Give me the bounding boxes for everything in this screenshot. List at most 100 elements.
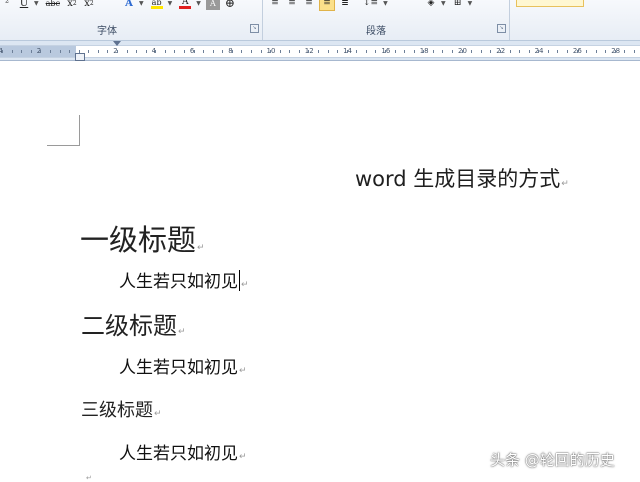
line-spacing-dropdown-icon[interactable]: ▼ [383,0,388,7]
ruler-tick [279,50,281,53]
page-corner-mark [47,145,80,146]
line-spacing-button[interactable]: ↕≡ [361,0,380,10]
ruler-tick [538,50,540,53]
paragraph-mark-icon: ↵ [239,366,247,376]
ruler-tick [576,50,578,53]
ruler-tick [183,50,185,53]
paragraph-mark-icon: ↵ [197,243,205,253]
paragraph-group-buttons: ≡ ≡ ≡ ≡ ≣ ↕≡ ▼ [268,0,393,11]
paragraph-mark-icon: ↵ [154,409,162,419]
ruler-tick [289,50,291,53]
ruler-tick [624,50,626,53]
font-color-dropdown-icon[interactable]: ▼ [196,0,201,7]
underline-dropdown-icon[interactable]: ▼ [34,0,39,7]
highlight-dropdown-icon[interactable]: ▼ [168,0,173,7]
ruler-tick [452,50,453,53]
ruler-tick [241,50,243,53]
distributed-button[interactable]: ≣ [338,0,352,10]
char-shading-button[interactable]: A [205,0,220,10]
font-color-swatch [179,6,192,9]
ruler-tick [337,50,339,53]
ruler-tick [595,50,597,53]
shading-dropdown-icon[interactable]: ▼ [441,0,446,7]
ruler-tick [97,50,99,53]
ruler-tick [11,50,13,53]
ruler-tick [423,50,425,53]
group-separator [262,0,263,40]
ruler-tick [490,50,492,53]
ruler-tick [270,50,272,53]
ruler-tick [203,50,205,53]
align-left-button[interactable]: ≡ [268,0,282,10]
ruler-tick [480,50,482,53]
highlight-button[interactable]: ab [149,0,165,10]
ruler-tick [59,50,61,53]
ruler-tick [586,50,588,53]
font-group-buttons: ² U ▼ abc x2 x2 [0,0,99,10]
ruler-tick [21,50,23,53]
ruler-tick [442,50,444,53]
font-color-buttons: A ▼ ab ▼ A ▼ A ⊕ [122,0,240,10]
group-separator [509,0,510,40]
ribbon: ² U ▼ abc x2 x2 A ▼ ab ▼ A ▼ A ⊕ 字体 ↘ ≡ … [0,0,640,41]
ruler-tick [40,50,42,53]
heading-1-text: 一级标题 [80,223,197,257]
document-page[interactable]: word 生成目录的方式↵ 一级标题↵ 人生若只如初见 ↵ 二级标题↵ 人生若只如… [0,61,640,482]
paragraph-mark-icon: ↵ [241,280,249,290]
ruler-tick [432,50,434,53]
left-indent-marker-icon[interactable] [75,53,85,61]
document-title[interactable]: word 生成目录的方式↵ [355,163,569,193]
ruler-tick [614,50,616,53]
subscript-button[interactable]: x2 [65,0,79,10]
ruler-tick [49,50,51,53]
style-gallery-item[interactable] [516,0,584,7]
font-group-label: 字体 [97,26,117,37]
font-color-button[interactable]: A [177,0,193,10]
justify-button[interactable]: ≡ [319,0,335,11]
enclose-char-button[interactable]: ⊕ [223,0,237,10]
ruler-tick [318,50,319,53]
ruler-tick [136,50,138,53]
borders-button[interactable]: ⊞ [451,0,465,10]
ruler-tick [155,50,157,53]
borders-dropdown-icon[interactable]: ▼ [468,0,473,7]
highlight-swatch [150,5,163,9]
body-paragraph-3[interactable]: 人生若只如初见↵ [119,439,247,464]
font-dialog-launcher-icon[interactable]: ↘ [250,24,259,33]
body-3-text: 人生若只如初见 [119,444,238,464]
heading-level-1[interactable]: 一级标题↵ [80,217,205,259]
superscript-button[interactable]: x2 [82,0,96,10]
ruler-tick [404,50,406,53]
ruler-tick [30,50,32,53]
heading-level-3[interactable]: 三级标题↵ [81,396,162,422]
ruler-tick [375,50,377,53]
heading-level-2[interactable]: 二级标题↵ [81,306,186,341]
body-paragraph-1[interactable]: 人生若只如初见 ↵ [119,267,249,292]
align-center-button[interactable]: ≡ [285,0,299,10]
ruler-tick [547,50,549,53]
body-paragraph-2[interactable]: 人生若只如初见↵ [119,353,247,378]
ruler-tick [69,50,70,53]
first-line-indent-marker-icon[interactable] [113,41,121,46]
underline-button[interactable]: U [17,0,31,10]
paragraph-dialog-launcher-icon[interactable]: ↘ [497,24,506,33]
paragraph-mark-icon: ↵ [178,327,186,337]
text-effects-button[interactable]: A [122,0,136,10]
ruler-scale: 42246810121416182022242628 [0,45,640,58]
ruler-tick [174,50,176,53]
shading-button[interactable]: ◈ [424,0,438,10]
text-cursor [239,270,240,291]
align-right-button[interactable]: ≡ [302,0,316,10]
ruler-tick [164,50,166,53]
ruler-tick [2,50,3,53]
heading-3-text: 三级标题 [81,400,153,421]
text-effects-dropdown-icon[interactable]: ▼ [139,0,144,7]
horizontal-ruler[interactable]: 42246810121416182022242628 [0,41,640,61]
superscript-2-button[interactable]: ² [0,0,14,10]
strikethrough-button[interactable]: abc [44,0,62,10]
ruler-tick [231,50,233,53]
watermark: 头条 @轮回的历史 [490,451,615,469]
body-2-text: 人生若只如初见 [119,358,238,378]
ruler-tick [413,50,415,53]
page-corner-mark [79,115,80,146]
